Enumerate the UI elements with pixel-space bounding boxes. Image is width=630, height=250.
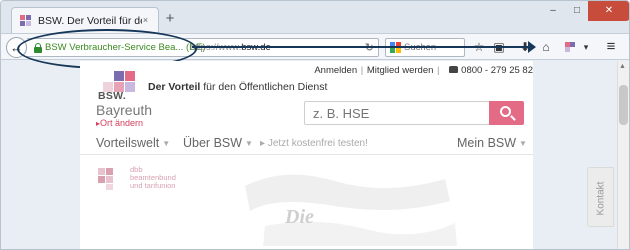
lock-icon[interactable] [34,43,42,53]
chevron-down-icon: ▼ [245,139,253,148]
tagline-rest: für den Öffentlichen Dienst [200,81,328,93]
hero-background-image [245,174,457,246]
phone-icon [449,66,459,73]
nav-free-test[interactable]: ▸ Jetzt kostenfrei testen! [260,138,368,149]
site-search-button[interactable] [489,101,524,125]
maximize-button[interactable]: □ [565,1,589,21]
dbb-text: dbb beamtenbund und tarifunion [130,166,176,190]
scroll-up-icon[interactable]: ▲ [619,63,626,70]
dbb-logo[interactable] [98,168,122,190]
contact-tab[interactable]: Kontakt [587,167,614,227]
dbb-line: und tarifunion [130,181,176,190]
site-search [304,101,524,125]
main-navigation: Vorteilswelt ▼ Über BSW ▼ ▸ Jetzt kostenfr… [80,133,533,155]
nav-mein-bsw[interactable]: Mein BSW ▼ [457,136,527,150]
site-identity-label[interactable]: BSW Verbraucher-Service Bea... (DE) [45,42,206,53]
nav-vorteilswelt-label: Vorteilswelt [96,136,160,150]
change-city-link[interactable]: Ort ändern [96,118,143,128]
scrollbar-thumb[interactable] [619,85,628,125]
tab-close-icon[interactable]: × [139,14,152,27]
annotation-arrow [192,41,536,53]
addon-dropdown-icon[interactable]: ▾ [579,40,593,54]
nav-free-test-label: Jetzt kostenfrei testen! [267,138,368,149]
phone-number[interactable]: 0800 - 279 25 82 [461,65,533,76]
addon-icon[interactable] [563,40,577,54]
tagline-bold: Der Vorteil [148,81,201,93]
web-page: Anmelden | Mitglied werden | 0800 - 279 … [80,61,533,249]
contact-tab-label: Kontakt [595,181,607,216]
nav-vorteilswelt[interactable]: Vorteilswelt ▼ [96,136,170,150]
minimize-button[interactable]: – [541,1,565,21]
tagline: Der Vorteil für den Öffentlichen Dienst [148,81,327,93]
link-separator: | [437,65,440,76]
chevron-down-icon: ▼ [519,139,527,148]
site-favicon-icon [20,15,32,27]
register-link[interactable]: Mitglied werden [367,65,434,76]
link-separator: | [360,65,364,76]
new-tab-button[interactable]: + [163,11,177,27]
logo-text: BSW. [98,90,127,102]
nav-ueber-label: Über BSW [183,136,243,150]
home-icon[interactable]: ⌂ [539,40,553,54]
nav-mein-label: Mein BSW [457,136,517,150]
top-links: Anmelden | Mitglied werden | 0800 - 279 … [314,65,533,76]
city-name: Bayreuth [96,102,153,118]
browser-tab[interactable]: BSW. Der Vorteil für den Öff... × [11,7,159,34]
back-button[interactable]: ← [6,37,27,58]
site-search-input[interactable] [313,105,483,121]
browser-window: BSW. Der Vorteil für den Öff... × + – □ … [0,0,630,250]
chevron-right-icon: ▸ [260,138,268,149]
tab-strip: BSW. Der Vorteil für den Öff... × + – □ … [1,1,629,34]
chevron-down-icon: ▼ [162,139,171,148]
menu-icon[interactable]: ≡ [604,39,618,54]
hero-heading: Die [285,206,314,228]
login-link[interactable]: Anmelden [314,65,357,76]
tab-title: BSW. Der Vorteil für den Öff... [38,15,142,27]
search-icon [500,106,511,117]
nav-ueber-bsw[interactable]: Über BSW ▼ [183,136,253,150]
close-window-button[interactable]: ✕ [588,1,629,21]
